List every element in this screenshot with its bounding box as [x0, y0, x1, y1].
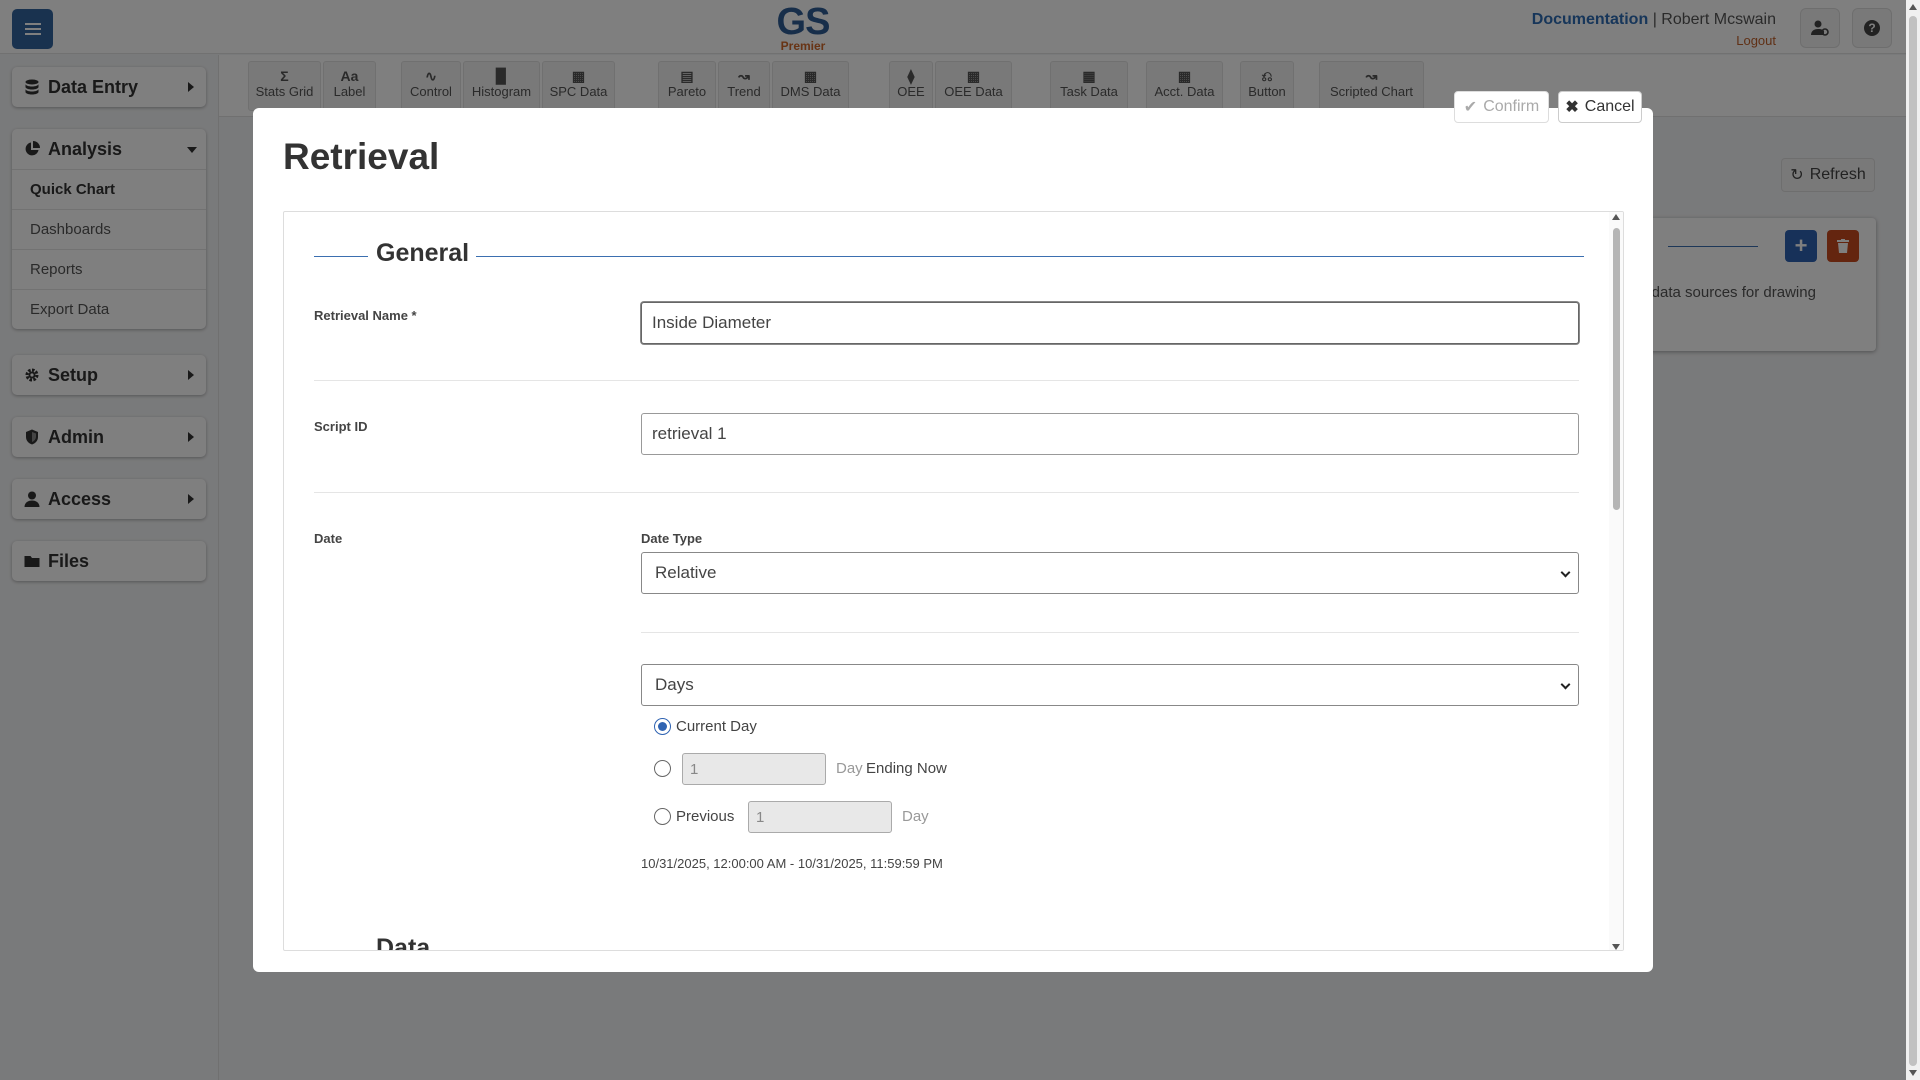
n-days-input[interactable]: 1	[682, 753, 826, 785]
scrollbar-thumb[interactable]	[1909, 16, 1917, 1066]
date-range-text: 10/31/2025, 12:00:00 AM - 10/31/2025, 11…	[641, 856, 943, 871]
previous-unit-label: Day	[902, 808, 929, 825]
panel-scrollbar-thumb[interactable]	[1613, 228, 1620, 510]
retrieval-name-input[interactable]	[641, 302, 1579, 344]
period-select[interactable]: Days	[641, 664, 1579, 706]
retrieval-dialog: Retrieval General Retrieval Name * Scrip…	[253, 108, 1653, 972]
scroll-down-icon	[1612, 944, 1620, 950]
section-line	[314, 256, 368, 257]
date-type-value: Relative	[655, 563, 717, 582]
n-days-radio[interactable]	[654, 760, 671, 777]
scroll-up-icon	[1612, 214, 1620, 220]
current-day-label: Current Day	[676, 718, 757, 735]
section-data-title: Data	[376, 934, 431, 951]
cancel-button[interactable]: ✖ Cancel	[1558, 91, 1642, 123]
date-type-label: Date Type	[641, 531, 703, 546]
divider	[314, 492, 1579, 493]
scroll-down-icon	[1909, 1070, 1917, 1076]
panel-scrollbar[interactable]	[1609, 212, 1623, 950]
confirm-label: Confirm	[1483, 98, 1540, 115]
check-icon: ✔	[1463, 99, 1478, 116]
period-value: Days	[655, 675, 694, 694]
current-day-radio[interactable]	[654, 718, 671, 735]
cancel-label: Cancel	[1584, 98, 1635, 115]
previous-label: Previous	[676, 808, 735, 825]
chevron-down-icon	[1560, 679, 1571, 690]
confirm-button[interactable]: ✔ Confirm	[1454, 91, 1549, 123]
script-id-label: Script ID	[314, 419, 368, 434]
close-icon: ✖	[1565, 99, 1579, 116]
previous-radio[interactable]	[654, 808, 671, 825]
scroll-up-icon	[1909, 4, 1917, 10]
divider	[641, 632, 1579, 633]
ending-now-label: Ending Now	[866, 760, 947, 777]
previous-days-input[interactable]: 1	[748, 801, 892, 833]
chevron-down-icon	[1560, 567, 1571, 578]
dialog-title: Retrieval	[283, 136, 440, 177]
script-id-input[interactable]	[641, 413, 1579, 455]
page-scrollbar[interactable]	[1906, 0, 1920, 1080]
section-general-title: General	[376, 239, 470, 268]
divider	[314, 380, 1579, 381]
day-unit-label: Day	[836, 760, 863, 777]
date-label: Date	[314, 531, 343, 546]
dialog-form-panel: General Retrieval Name * Script ID Date …	[283, 211, 1624, 951]
section-line	[476, 256, 1584, 257]
date-type-select[interactable]: Relative	[641, 552, 1579, 594]
retrieval-name-label: Retrieval Name *	[314, 308, 417, 323]
